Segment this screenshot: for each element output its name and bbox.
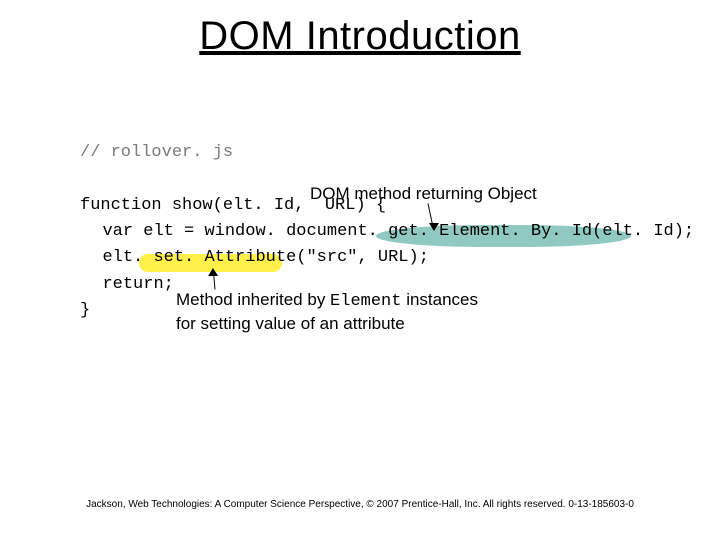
slide-container: DOM Introduction // rollover. js functio…: [0, 0, 720, 540]
code-line-var: var elt = window. document. get. Element…: [102, 222, 694, 241]
code-line-set: elt. set. Attribute("src", URL);: [102, 248, 428, 267]
slide-title: DOM Introduction: [0, 14, 720, 59]
code-line-ret: return;: [102, 275, 173, 294]
code-block: // rollover. js function show(elt. Id, U…: [80, 140, 694, 324]
slide-footer: Jackson, Web Technologies: A Computer Sc…: [0, 499, 720, 510]
code-comment: // rollover. js: [80, 143, 233, 162]
code-fn-open: function show(elt. Id, URL) {: [80, 196, 386, 215]
code-fn-close: }: [80, 301, 90, 320]
